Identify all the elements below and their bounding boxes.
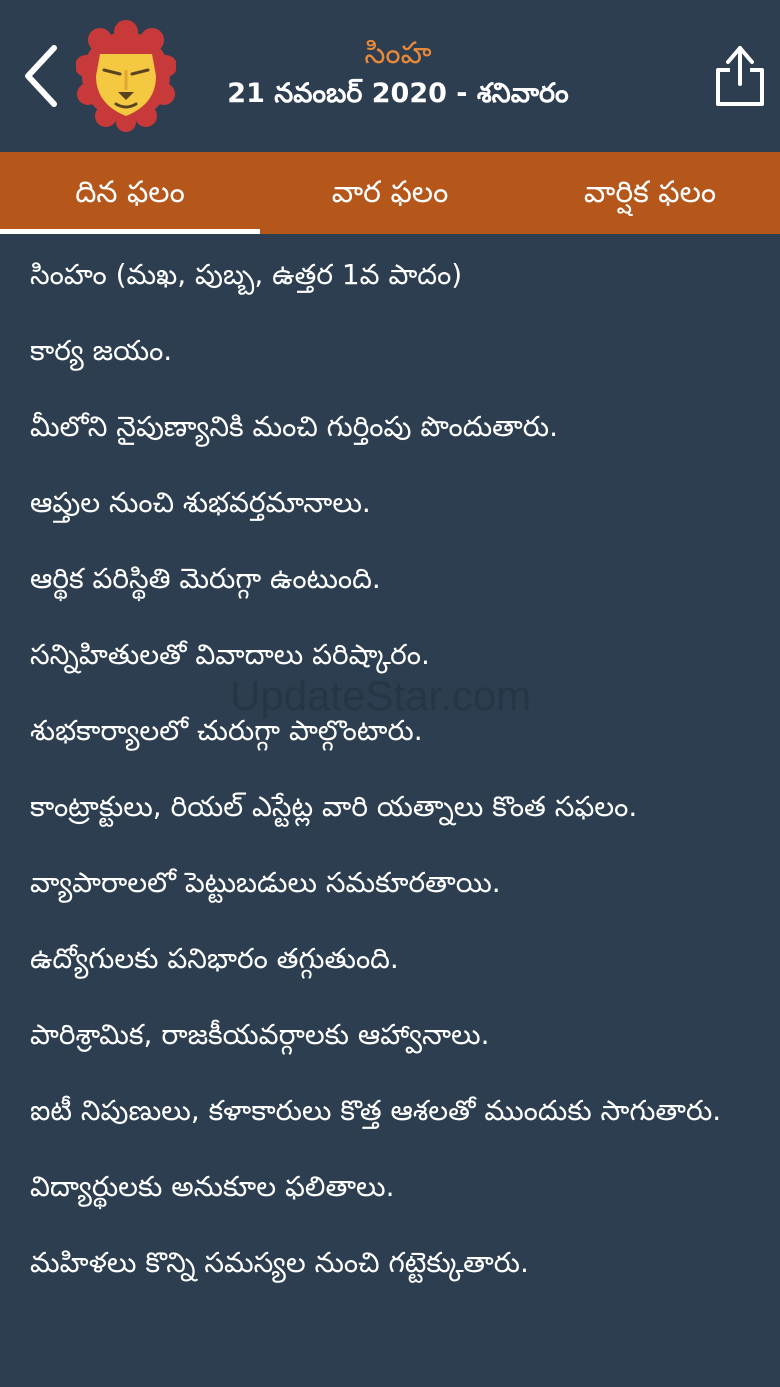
sign-name: సింహ bbox=[364, 36, 432, 71]
content-line: కార్య జయం. bbox=[30, 334, 173, 367]
back-button[interactable] bbox=[18, 40, 64, 110]
content-line: మహిళలు కొన్ని సమస్యల నుంచి గట్టెక్కుతారు… bbox=[30, 1246, 529, 1279]
share-icon bbox=[716, 46, 764, 106]
share-button[interactable] bbox=[712, 42, 768, 108]
content-line: సన్నిహితులతో వివాదాలు పరిష్కారం. bbox=[30, 638, 430, 671]
content-line: పారిశ్రామిక, రాజకీయవర్గాలకు ఆహ్వానాలు. bbox=[30, 1018, 490, 1051]
horoscope-content[interactable]: సింహం (మఖ, పుబ్బ, ఉత్తర 1వ పాదం) కార్య జ… bbox=[30, 256, 760, 1320]
tab-daily[interactable]: దిన ఫలం bbox=[0, 152, 260, 234]
lion-icon bbox=[75, 20, 177, 132]
date-line: 21 నవంబర్ 2020 - శనివారం bbox=[227, 78, 569, 109]
content-line: విద్యార్థులకు అనుకూల ఫలితాలు. bbox=[30, 1170, 395, 1203]
content-line: ఉద్యోగులకు పనిభారం తగ్గుతుంది. bbox=[30, 942, 399, 975]
app-header: సింహ 21 నవంబర్ 2020 - శనివారం bbox=[0, 0, 780, 152]
content-line: మీలోని నైపుణ్యానికి మంచి గుర్తింపు పొందు… bbox=[30, 410, 558, 443]
tab-weekly[interactable]: వార ఫలం bbox=[260, 152, 520, 234]
content-line: కాంట్రాక్టులు, రియల్ ఎస్టేట్ల వారి యత్నా… bbox=[30, 790, 638, 823]
content-line: వ్యాపారాలలో పెట్టుబడులు సమకూరతాయి. bbox=[30, 866, 501, 899]
content-line: ఆప్తుల నుంచి శుభవర్తమానాలు. bbox=[30, 486, 371, 519]
content-line-sign: సింహం (మఖ, పుబ్బ, ఉత్తర 1వ పాదం) bbox=[30, 258, 463, 291]
title-block: సింహ 21 నవంబర్ 2020 - శనివారం bbox=[190, 34, 606, 114]
chevron-left-icon bbox=[25, 45, 57, 107]
tab-bar: దిన ఫలం వార ఫలం వార్షిక ఫలం bbox=[0, 152, 780, 234]
lion-avatar bbox=[75, 20, 177, 132]
content-line: ఆర్థిక పరిస్థితి మెరుగ్గా ఉంటుంది. bbox=[30, 562, 381, 595]
tab-yearly[interactable]: వార్షిక ఫలం bbox=[520, 152, 780, 234]
watermark: UpdateStar.com bbox=[230, 672, 532, 719]
content-line: ఐటీ నిపుణులు, కళాకారులు కొత్త ఆశలతో ముంద… bbox=[30, 1094, 722, 1127]
